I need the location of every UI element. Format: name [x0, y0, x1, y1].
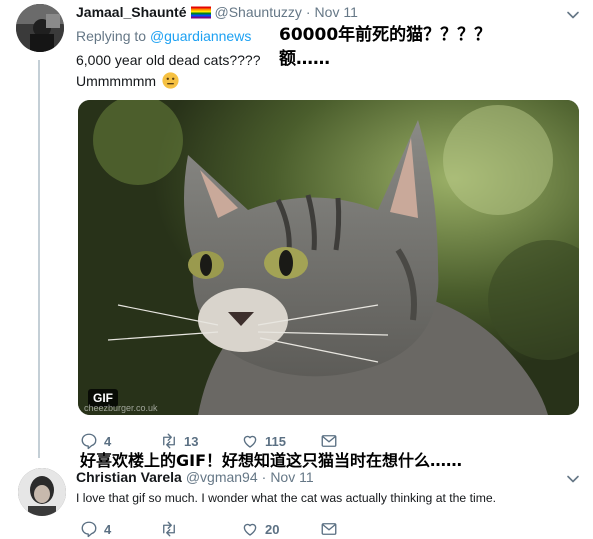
share-icon [321, 523, 337, 535]
annotation-middle: 好喜欢楼上的GIF！好想知道这只猫当时在想什么…… [80, 451, 463, 470]
reply-button[interactable]: 4 [80, 520, 111, 538]
share-button[interactable] [320, 520, 338, 538]
tweet-text: I love that gif so much. I wonder what t… [76, 491, 497, 505]
reply-count: 4 [104, 521, 112, 537]
display-name[interactable]: Christian Varela [76, 469, 182, 485]
retweet-icon [163, 521, 175, 537]
timestamp[interactable]: Nov 11 [270, 469, 313, 485]
reply-icon [81, 521, 97, 538]
replying-to-handle[interactable]: @guardiannews [150, 28, 251, 44]
like-count: 20 [265, 521, 280, 537]
separator: · [305, 4, 311, 20]
tweet-text-line1: 6,000 year old dead cats???? [76, 52, 261, 68]
like-icon [243, 523, 257, 536]
avatar[interactable] [16, 4, 64, 52]
thread-connector-line [38, 60, 40, 458]
retweet-button[interactable] [160, 520, 184, 538]
handle[interactable]: @Shauntuzzy [215, 4, 302, 20]
like-button[interactable]: 20 [241, 520, 279, 538]
chevron-down-icon[interactable] [566, 8, 580, 22]
rainbow-flag-icon [190, 6, 211, 19]
cat-image [78, 100, 579, 415]
watermark: cheezburger.co.uk [84, 403, 158, 413]
handle[interactable]: @vgman94 [186, 469, 258, 485]
gif-media[interactable]: GIF cheezburger.co.uk [78, 100, 579, 415]
annotation-top-line1: 60000年前死的猫？？？？ [279, 25, 492, 45]
avatar[interactable] [18, 468, 66, 516]
neutral-face-emoji [162, 72, 179, 89]
separator: · [261, 469, 267, 485]
timestamp[interactable]: Nov 11 [315, 4, 358, 20]
tweet-text-line2: Ummmmmm [76, 72, 157, 89]
replying-to-label: Replying to [76, 28, 147, 44]
annotation-top-line2: 额…… [279, 49, 330, 69]
chevron-down-icon[interactable] [566, 472, 580, 486]
display-name[interactable]: Jamaal_Shaunté [76, 4, 187, 20]
